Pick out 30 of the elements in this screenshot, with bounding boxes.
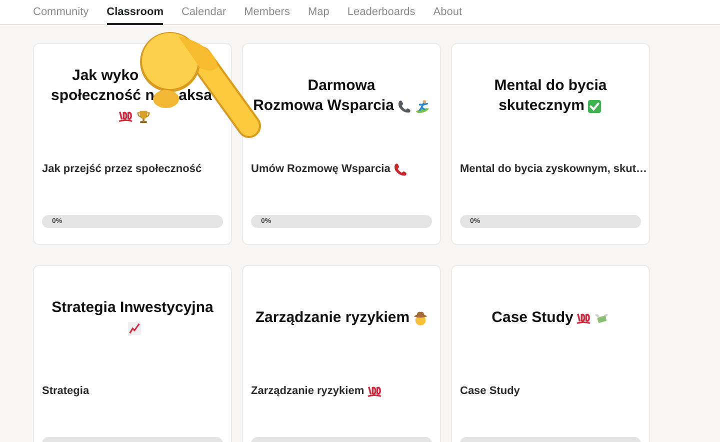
course-card[interactable]: Case Study Case Study: [451, 265, 650, 442]
course-title: Case Study: [492, 308, 574, 328]
telephone-icon: [393, 162, 408, 177]
surfer-icon: [414, 98, 430, 114]
nav-tab[interactable]: Classroom: [106, 0, 164, 25]
course-title: skutecznym: [498, 96, 584, 116]
course-title: Darmowa: [308, 76, 376, 96]
course-title: Jak wyko: [72, 66, 139, 86]
course-title: Strategia Inwestycyjna: [52, 298, 214, 318]
hundred-points-icon: [367, 384, 382, 399]
lesson-title: Umów Rozmowę Wsparcia: [251, 162, 390, 177]
hundred-points-icon: [118, 108, 132, 124]
checkmark-icon: [587, 98, 602, 114]
course-title: aksa: [178, 86, 212, 106]
course-title: Rozmowa Wsparcia: [253, 96, 394, 116]
lesson-title: Jak przejść przez społeczność: [42, 162, 202, 177]
chart-increasing-icon: [126, 320, 142, 336]
course-title: Zarządzanie ryzykiem: [255, 308, 410, 328]
course-title: społeczność n: [51, 86, 154, 106]
lesson-title: Mental do bycia zyskownym, skut…: [460, 162, 648, 177]
course-card[interactable]: Strategia Inwestycyjna Strategia: [33, 265, 232, 442]
telephone-icon: [396, 98, 412, 114]
hundred-points-icon: [576, 310, 592, 326]
trophy-icon: [136, 108, 150, 124]
hat-face-icon: [412, 310, 428, 326]
lesson-title: Strategia: [42, 384, 90, 399]
lesson-title: Case Study: [460, 384, 520, 399]
lesson-title: Zarządzanie ryzykiem: [251, 384, 364, 399]
course-title: Mental do bycia: [494, 76, 607, 96]
course-card[interactable]: Zarządzanie ryzykiem Zarządzanie ryzykiem: [242, 265, 441, 442]
